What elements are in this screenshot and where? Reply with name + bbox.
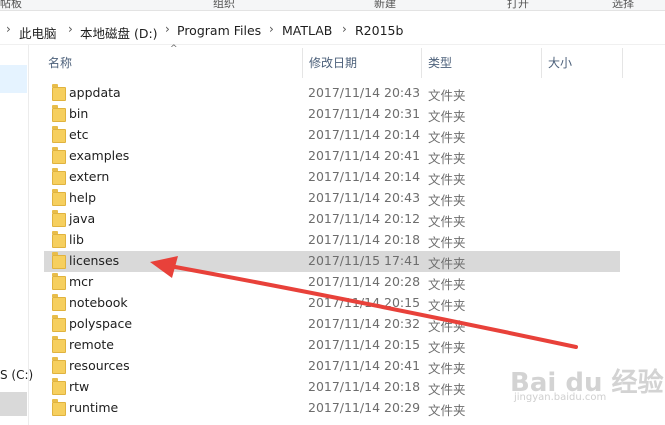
baidu-watermark-url: jingyan.baidu.com xyxy=(514,392,607,403)
